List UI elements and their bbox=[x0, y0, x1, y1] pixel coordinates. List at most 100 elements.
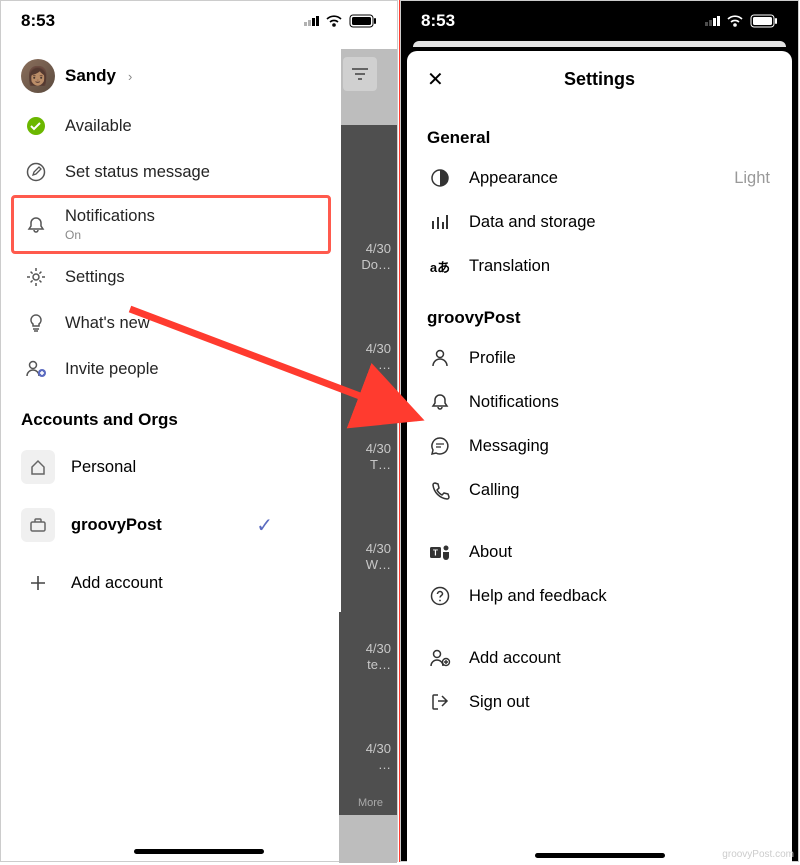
menu-notifications[interactable]: Notifications On bbox=[11, 195, 331, 254]
wifi-icon bbox=[725, 14, 745, 28]
home-indicator bbox=[134, 849, 264, 854]
home-icon bbox=[21, 450, 55, 484]
profile-row[interactable]: 👩🏽 Sandy › bbox=[1, 41, 341, 103]
menu-settings[interactable]: Settings bbox=[1, 254, 341, 300]
menu-label: What's new bbox=[65, 314, 150, 333]
accounts-header: Accounts and Orgs bbox=[1, 392, 341, 438]
plus-icon bbox=[21, 566, 55, 600]
section-general: General bbox=[407, 108, 792, 156]
settings-help[interactable]: Help and feedback bbox=[407, 574, 792, 618]
menu-label: Set status message bbox=[65, 163, 210, 182]
item-label: Translation bbox=[469, 257, 550, 276]
bg-text: T… bbox=[370, 457, 391, 472]
settings-messaging[interactable]: Messaging bbox=[407, 424, 792, 468]
status-time: 8:53 bbox=[21, 11, 55, 31]
filter-button[interactable] bbox=[343, 57, 377, 91]
settings-appearance[interactable]: Appearance Light bbox=[407, 156, 792, 200]
check-icon: ✓ bbox=[256, 513, 273, 538]
signal-icon bbox=[705, 16, 720, 26]
item-label: Profile bbox=[469, 349, 516, 368]
avatar: 👩🏽 bbox=[21, 59, 55, 93]
menu-whats-new[interactable]: What's new bbox=[1, 300, 341, 346]
bell-icon bbox=[429, 391, 451, 413]
battery-icon bbox=[750, 14, 778, 28]
account-label: Add account bbox=[71, 574, 163, 593]
settings-translation[interactable]: aあ Translation bbox=[407, 244, 792, 288]
item-label: Messaging bbox=[469, 437, 549, 456]
available-icon bbox=[25, 115, 47, 137]
edit-icon bbox=[25, 161, 47, 183]
invite-people-icon bbox=[25, 358, 47, 380]
close-icon[interactable]: ✕ bbox=[427, 67, 444, 92]
help-icon bbox=[429, 585, 451, 607]
bg-text: W… bbox=[366, 557, 391, 572]
right-phone-screen: 8:53 ✕ Settings General Appearance Light… bbox=[400, 0, 799, 862]
watermark: groovyPost.com bbox=[722, 849, 794, 860]
messaging-icon bbox=[429, 435, 451, 457]
status-icons bbox=[304, 14, 377, 28]
settings-about[interactable]: T About bbox=[407, 530, 792, 574]
item-label: Notifications bbox=[469, 393, 559, 412]
bell-icon bbox=[25, 214, 47, 236]
add-account[interactable]: Add account bbox=[1, 554, 341, 612]
settings-profile[interactable]: Profile bbox=[407, 336, 792, 380]
item-label: Sign out bbox=[469, 693, 530, 712]
menu-set-status[interactable]: Set status message bbox=[1, 149, 341, 195]
bg-date: 4/30 bbox=[366, 541, 391, 556]
menu-sublabel: On bbox=[65, 228, 155, 242]
gear-icon bbox=[25, 266, 47, 288]
settings-data-storage[interactable]: Data and storage bbox=[407, 200, 792, 244]
svg-text:T: T bbox=[433, 549, 438, 558]
item-label: About bbox=[469, 543, 512, 562]
bg-text: … bbox=[378, 357, 391, 372]
bg-date: 4/30 bbox=[366, 341, 391, 356]
sign-out-icon bbox=[429, 691, 451, 713]
data-icon bbox=[429, 211, 451, 233]
bg-more: More bbox=[358, 797, 383, 809]
status-bar: 8:53 bbox=[401, 1, 798, 41]
menu-label: Settings bbox=[65, 268, 125, 287]
item-label: Help and feedback bbox=[469, 587, 607, 606]
item-label: Appearance bbox=[469, 169, 558, 188]
status-bar: 8:53 bbox=[1, 1, 397, 41]
background-strip-dark: 4/30 Do… 4/30 … 4/30 T… 4/30 W… 4/30 te…… bbox=[339, 125, 397, 815]
status-time: 8:53 bbox=[421, 11, 455, 31]
signal-icon bbox=[304, 16, 319, 26]
appearance-icon bbox=[429, 167, 451, 189]
briefcase-icon bbox=[21, 508, 55, 542]
bg-text: te… bbox=[367, 657, 391, 672]
battery-icon bbox=[349, 14, 377, 28]
account-personal[interactable]: Personal bbox=[1, 438, 341, 496]
settings-sign-out[interactable]: Sign out bbox=[407, 680, 792, 724]
translation-icon: aあ bbox=[429, 255, 451, 277]
bg-date: 4/30 bbox=[366, 441, 391, 456]
settings-calling[interactable]: Calling bbox=[407, 468, 792, 512]
section-org: groovyPost bbox=[407, 288, 792, 336]
item-label: Calling bbox=[469, 481, 519, 500]
profile-icon bbox=[429, 347, 451, 369]
account-label: Personal bbox=[71, 458, 136, 477]
menu-invite[interactable]: Invite people bbox=[1, 346, 341, 392]
teams-icon: T bbox=[429, 541, 451, 563]
bg-date: 4/30 bbox=[366, 241, 391, 256]
menu-label: Invite people bbox=[65, 360, 159, 379]
menu-available[interactable]: Available bbox=[1, 103, 341, 149]
settings-add-account[interactable]: Add account bbox=[407, 636, 792, 680]
bg-text: Do… bbox=[361, 257, 391, 272]
phone-icon bbox=[429, 479, 451, 501]
left-phone-screen: 4/30 Do… 4/30 … 4/30 T… 4/30 W… 4/30 te…… bbox=[0, 0, 398, 862]
settings-notifications[interactable]: Notifications bbox=[407, 380, 792, 424]
account-groovypost[interactable]: groovyPost ✓ bbox=[1, 496, 341, 554]
wifi-icon bbox=[324, 14, 344, 28]
bg-date: 4/30 bbox=[366, 741, 391, 756]
bg-date: 4/30 bbox=[366, 641, 391, 656]
sheet-header: ✕ Settings bbox=[407, 51, 792, 108]
item-label: Add account bbox=[469, 649, 561, 668]
bg-text: … bbox=[378, 757, 391, 772]
item-label: Data and storage bbox=[469, 213, 596, 232]
menu-label: Available bbox=[65, 117, 132, 136]
status-icons bbox=[705, 14, 778, 28]
item-value: Light bbox=[734, 169, 770, 188]
home-indicator bbox=[535, 853, 665, 858]
lightbulb-icon bbox=[25, 312, 47, 334]
